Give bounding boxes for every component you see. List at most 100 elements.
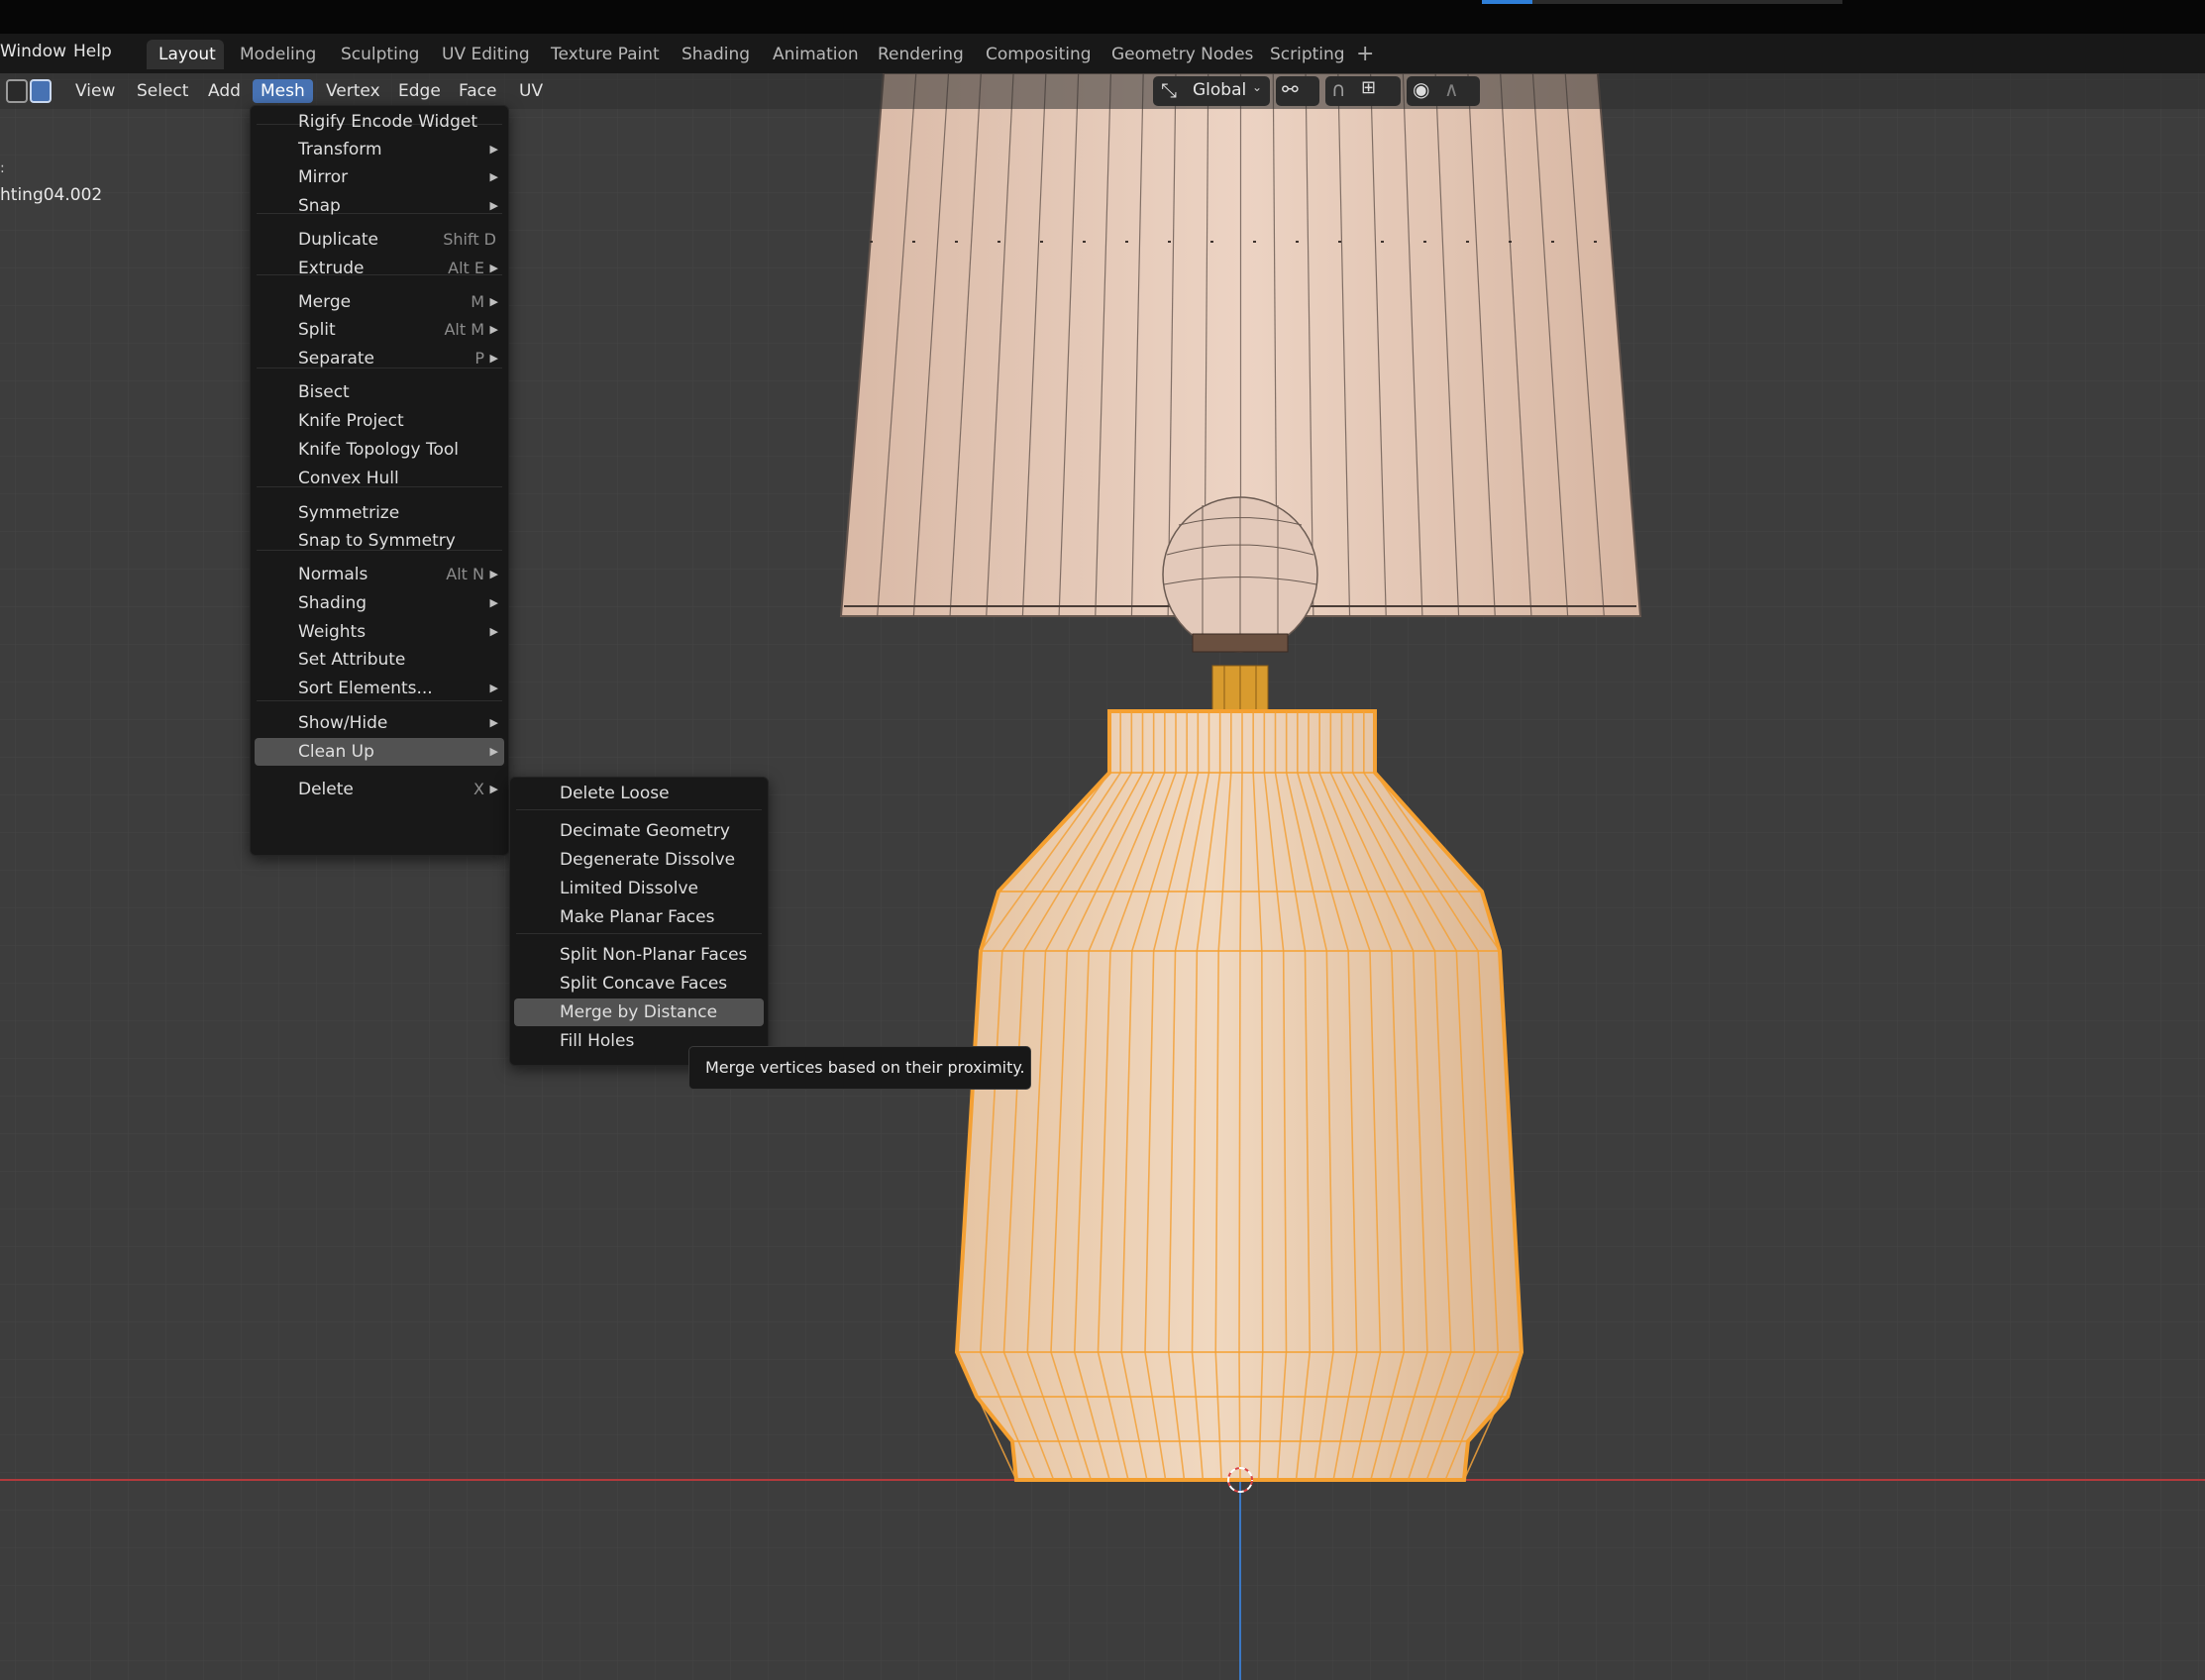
tab-shading[interactable]: Shading [670,40,762,69]
cleanup-item-degenerate-dissolve[interactable]: Degenerate Dissolve [514,846,764,874]
mesh-menu-item-delete[interactable]: Delete X ▶ [255,776,504,803]
edge-select-icon[interactable] [30,79,52,103]
submenu-arrow-icon: ▶ [489,352,498,365]
tab-rendering[interactable]: Rendering [866,40,976,69]
progress-fill [1482,0,1532,4]
mesh-menu-item-shading[interactable]: Shading ▶ [255,589,504,617]
mesh-menu-item-transform[interactable]: Transform ▶ [255,136,504,163]
transform-orientation-icon: ⤡ [1161,78,1177,102]
tab-texture-paint[interactable]: Texture Paint [539,40,672,69]
tab-uv-editing[interactable]: UV Editing [430,40,542,69]
menu-select[interactable]: Select [129,79,196,103]
mesh-menu-item-snap-to-symmetry[interactable]: Snap to Symmetry [255,527,504,555]
submenu-arrow-icon: ▶ [489,625,498,638]
pivot-dropdown[interactable]: ⚯ [1276,76,1319,106]
mesh-menu-item-bisect[interactable]: Bisect [255,378,504,406]
tab-sculpting[interactable]: Sculpting [329,40,431,69]
cleanup-item-split-non-planar-faces[interactable]: Split Non-Planar Faces [514,941,764,969]
mesh-menu-item-convex-hull[interactable]: Convex Hull [255,465,504,492]
tab-modeling[interactable]: Modeling [228,40,328,69]
cleanup-item-delete-loose[interactable]: Delete Loose [514,780,764,807]
cleanup-item-make-planar-faces[interactable]: Make Planar Faces [514,903,764,931]
cleanup-item-decimate-geometry[interactable]: Decimate Geometry [514,817,764,845]
active-object-name: hting04.002 [0,185,103,205]
menu-item-label: Split [298,320,336,340]
menu-item-label: Snap to Symmetry [298,531,456,551]
mesh-menu-item-normals[interactable]: Normals Alt N ▶ [255,561,504,588]
progress-bar [1482,0,1842,4]
shortcut-hint: Alt E [448,259,484,277]
menu-item-label: Delete [298,780,354,799]
mesh-menu-item-sort-elements[interactable]: Sort Elements... ▶ [255,675,504,702]
snap-dropdown[interactable]: ∩ ⊞ [1325,76,1401,106]
mesh-menu-item-knife-project[interactable]: Knife Project [255,407,504,435]
mesh-menu: Rigify Encode Widget Transform ▶ Mirror ▶ Sna… [250,105,509,856]
viewport-header: View Select Add Mesh Vertex Edge Face UV [0,73,2205,109]
shortcut-hint: Alt N [446,565,484,583]
cleanup-item-split-concave-faces[interactable]: Split Concave Faces [514,970,764,998]
menu-separator [516,809,762,810]
mesh-menu-item-knife-topology-tool[interactable]: Knife Topology Tool [255,436,504,464]
proportional-edit-icon: ◉ [1413,77,1430,101]
menu-item-label: Separate [298,349,374,368]
mesh-menu-item-set-attribute[interactable]: Set Attribute [255,646,504,674]
submenu-arrow-icon: ▶ [489,295,498,308]
clean-up-submenu: Delete Loose Decimate Geometry Degenerate … [509,777,769,1066]
menu-item-label: Decimate Geometry [560,821,730,841]
tab-layout[interactable]: Layout [147,40,224,69]
menu-edge[interactable]: Edge [390,79,449,103]
menu-separator [516,933,762,934]
menu-item-label: Fill Holes [560,1031,635,1051]
submenu-arrow-icon: ▶ [489,745,498,758]
mesh-menu-item-extrude[interactable]: Extrude Alt E ▶ [255,255,504,282]
menu-window[interactable]: Window [0,42,66,61]
menu-item-label: Merge by Distance [560,1002,718,1022]
menu-mesh[interactable]: Mesh [253,79,313,103]
tab-animation[interactable]: Animation [761,40,871,69]
menu-item-label: Shading [298,593,368,613]
proportional-edit-toggle[interactable]: ◉ ∧ [1407,76,1480,106]
mesh-menu-item-weights[interactable]: Weights ▶ [255,618,504,646]
menu-uv[interactable]: UV [511,79,551,103]
cleanup-item-limited-dissolve[interactable]: Limited Dissolve [514,875,764,902]
top-menu-bar: Window Help Layout Modeling Sculpting UV… [0,34,2205,73]
snap-icon: ∩ [1331,77,1346,101]
menu-face[interactable]: Face [451,79,504,103]
shortcut-hint: Alt M [444,320,484,339]
shortcut-hint: X [473,780,484,798]
mesh-menu-item-split[interactable]: Split Alt M ▶ [255,316,504,344]
submenu-arrow-icon: ▶ [489,783,498,795]
menu-item-label: Bisect [298,382,350,402]
transform-orientation-dropdown[interactable]: ⤡ Global ⌄ [1153,76,1270,106]
tab-scripting[interactable]: Scripting [1258,40,1357,69]
menu-item-label: Clean Up [298,742,374,762]
mesh-menu-item-duplicate[interactable]: Duplicate Shift D [255,226,504,254]
plus-icon[interactable]: + [1356,42,1374,66]
menu-view[interactable]: View [67,79,123,103]
menu-item-label: Make Planar Faces [560,907,715,927]
cleanup-item-merge-by-distance[interactable]: Merge by Distance [514,998,764,1026]
mesh-menu-item-mirror[interactable]: Mirror ▶ [255,163,504,191]
menu-item-label: Merge [298,292,352,312]
tab-geometry-nodes[interactable]: Geometry Nodes [1100,40,1265,69]
shortcut-hint: P [474,349,484,368]
menu-help[interactable]: Help [73,42,112,61]
mesh-menu-item-rigify-encode-widget[interactable]: Rigify Encode Widget [255,108,504,136]
menu-item-label: Degenerate Dissolve [560,850,736,870]
menu-item-label: Knife Topology Tool [298,440,459,460]
mesh-menu-item-merge[interactable]: Merge M ▶ [255,288,504,316]
tab-compositing[interactable]: Compositing [974,40,1103,69]
submenu-arrow-icon: ▶ [489,170,498,183]
viewport-text-mark: : [0,160,5,176]
menu-vertex[interactable]: Vertex [318,79,388,103]
menu-add[interactable]: Add [200,79,249,103]
mesh-menu-item-snap[interactable]: Snap ▶ [255,192,504,220]
menu-item-label: Split Concave Faces [560,974,728,994]
submenu-arrow-icon: ▶ [489,682,498,694]
mesh-menu-item-clean-up[interactable]: Clean Up ▶ [255,738,504,766]
menu-item-label: Set Attribute [298,650,406,670]
vertex-select-icon[interactable] [6,79,28,103]
mesh-menu-item-separate[interactable]: Separate P ▶ [255,345,504,372]
mesh-menu-item-symmetrize[interactable]: Symmetrize [255,499,504,527]
mesh-menu-item-show-hide[interactable]: Show/Hide ▶ [255,709,504,737]
